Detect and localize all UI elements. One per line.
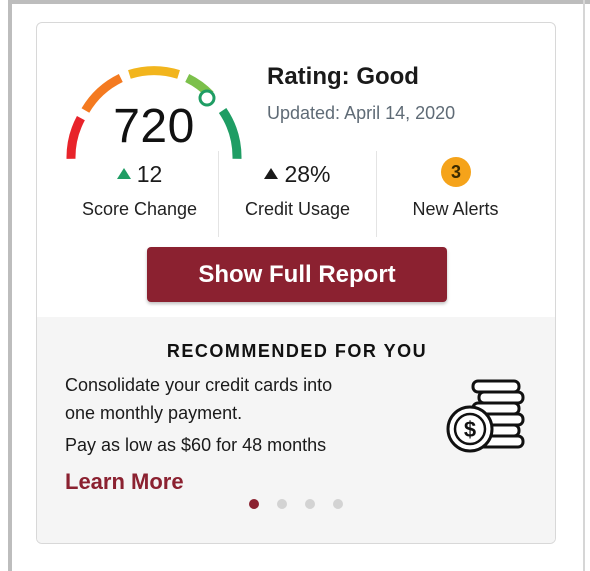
recommendation-line-2: one monthly payment. — [65, 403, 243, 423]
credit-score-card: 720 Rating: Good Updated: April 14, 2020… — [36, 22, 556, 544]
score-change-label: Score Change — [81, 199, 198, 219]
carousel-dot[interactable] — [249, 499, 259, 509]
coin-stack-icon: $ — [443, 377, 529, 462]
window-border-right — [583, 0, 585, 571]
show-full-report-button[interactable]: Show Full Report — [147, 247, 447, 302]
svg-text:$: $ — [464, 417, 476, 442]
score-change-value: 12 — [136, 161, 163, 187]
alerts-count-badge[interactable]: 3 — [441, 157, 471, 187]
triangle-up-green-icon — [116, 168, 131, 179]
stats-row: 12 Score Change 28% Credit Usage 3 New A… — [61, 151, 533, 237]
recommendation-title: RECOMMENDED FOR YOU — [166, 341, 428, 361]
carousel-dot[interactable] — [333, 499, 343, 509]
rating-label: Rating: Good — [267, 63, 419, 90]
carousel-dots — [249, 499, 349, 511]
stat-new-alerts[interactable]: 3 New Alerts — [377, 151, 534, 237]
triangle-up-icon — [264, 168, 279, 179]
learn-more-link[interactable]: Learn More — [65, 469, 184, 495]
carousel-dot[interactable] — [277, 499, 287, 509]
stat-score-change: 12 Score Change — [61, 151, 218, 237]
recommendation-panel: RECOMMENDED FOR YOU Consolidate your cre… — [37, 317, 555, 543]
window-border-top — [8, 0, 590, 4]
carousel-dot[interactable] — [305, 499, 315, 509]
new-alerts-label: New Alerts — [412, 199, 499, 219]
credit-score-value: 720 — [113, 100, 195, 153]
stat-credit-usage: 28% Credit Usage — [219, 151, 376, 237]
window-border-left — [8, 0, 12, 571]
credit-usage-label: Credit Usage — [244, 199, 351, 219]
recommendation-line-1: Consolidate your credit cards into — [65, 375, 333, 395]
recommendation-line-3: Pay as low as $60 for 48 months — [65, 435, 327, 455]
credit-usage-value: 28% — [284, 161, 331, 187]
updated-date: Updated: April 14, 2020 — [267, 103, 456, 123]
